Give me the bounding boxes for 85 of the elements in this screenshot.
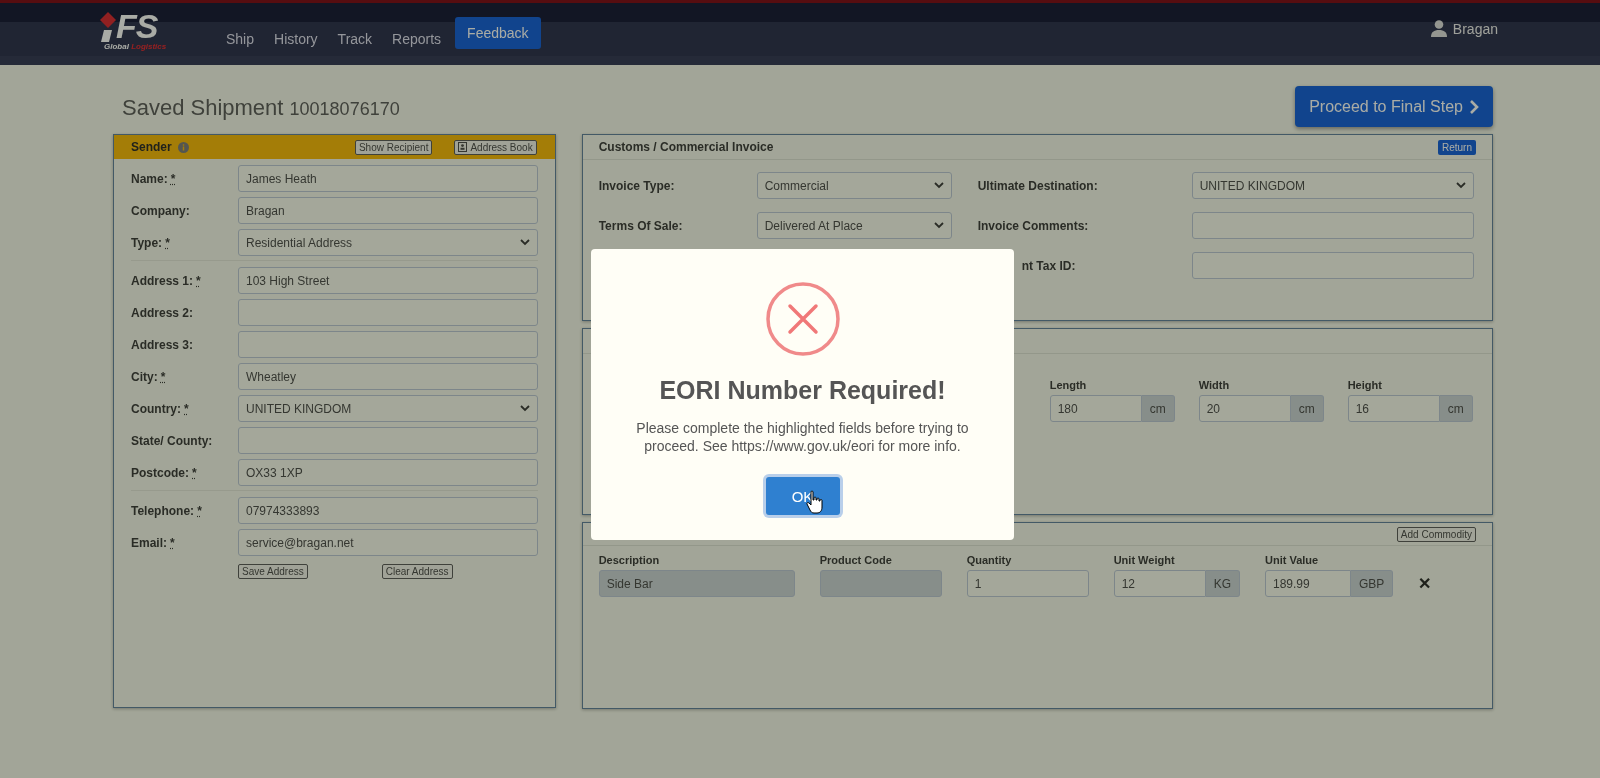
select-field[interactable]: Commercial bbox=[756, 172, 952, 199]
show-recipient-button[interactable]: Show Recipient bbox=[354, 139, 433, 155]
field-label: Invoice Comments: bbox=[977, 218, 1090, 233]
input-field[interactable]: 12 bbox=[1113, 570, 1206, 597]
field-label: Invoice Type: bbox=[598, 178, 676, 193]
add-commodity-button[interactable]: Add Commodity bbox=[1396, 526, 1476, 542]
nav-link[interactable]: Track bbox=[327, 31, 383, 47]
input-field[interactable]: service@bragan.net bbox=[238, 529, 538, 556]
page-title: Saved Shipment 10018076170 bbox=[122, 95, 400, 122]
input-field[interactable] bbox=[238, 427, 538, 454]
user-icon bbox=[1430, 20, 1447, 37]
clear-address-button[interactable]: Clear Address bbox=[381, 564, 453, 579]
field-label: City: * bbox=[131, 369, 167, 384]
input-field[interactable]: 1 bbox=[966, 570, 1089, 597]
field-label: Type: * bbox=[131, 235, 171, 250]
caret-icon bbox=[933, 182, 944, 189]
return-button[interactable]: Return bbox=[1438, 139, 1476, 155]
field-label: Description bbox=[598, 554, 661, 566]
field-label: Address 1: * bbox=[131, 273, 202, 288]
input-field[interactable]: 07974333893 bbox=[238, 497, 538, 524]
nav-link[interactable]: History bbox=[264, 31, 328, 47]
nav-link[interactable]: Ship bbox=[216, 31, 265, 47]
field-label: Email: * bbox=[131, 535, 176, 550]
input-field[interactable]: 189.99 bbox=[1265, 570, 1351, 597]
caret-icon bbox=[519, 239, 530, 246]
field-label: Unit Weight bbox=[1113, 554, 1176, 566]
user-name[interactable]: Bragan bbox=[1452, 20, 1498, 37]
error-icon bbox=[765, 282, 840, 356]
logo[interactable]: FS bbox=[100, 9, 158, 42]
input-field[interactable]: OX33 1XP bbox=[238, 459, 538, 486]
unit-addon: cm bbox=[1290, 395, 1324, 422]
field-label: Height bbox=[1347, 379, 1383, 391]
select-field[interactable]: Delivered At Place bbox=[756, 212, 952, 239]
logo-tagline: Global Logistics bbox=[104, 41, 167, 51]
panel-title: Sender bbox=[131, 140, 172, 154]
chevron-right-icon bbox=[1469, 99, 1479, 114]
proceed-button[interactable]: Proceed to Final Step bbox=[1295, 86, 1493, 127]
dialog-title: EORI Number Required! bbox=[659, 376, 946, 405]
field-label: Length bbox=[1049, 379, 1088, 391]
caret-icon bbox=[1455, 182, 1466, 189]
field-label: Address 3: bbox=[131, 337, 195, 352]
input-field[interactable]: 180 bbox=[1049, 395, 1142, 422]
panel-title: Customs / Commercial Invoice bbox=[598, 140, 774, 154]
field-label: Width bbox=[1198, 379, 1231, 391]
field-label: Address 2: bbox=[131, 305, 195, 320]
nav-link[interactable]: Reports bbox=[382, 31, 452, 47]
input-field[interactable]: Bragan bbox=[238, 197, 538, 224]
input-field[interactable]: 103 High Street bbox=[238, 267, 538, 294]
field-label: Product Code bbox=[819, 554, 893, 566]
field-label: nt Tax ID: bbox=[1020, 258, 1077, 273]
input-field[interactable]: 20 bbox=[1198, 395, 1291, 422]
input-field[interactable] bbox=[238, 331, 538, 358]
caret-icon bbox=[519, 405, 530, 412]
input-field[interactable] bbox=[238, 299, 538, 326]
input-field[interactable]: 16 bbox=[1347, 395, 1440, 422]
save-address-button[interactable]: Save Address bbox=[238, 564, 308, 579]
input-field[interactable] bbox=[1191, 252, 1474, 279]
field-label: Terms Of Sale: bbox=[598, 218, 684, 233]
field-label: Ultimate Destination: bbox=[977, 178, 1099, 193]
input-field[interactable] bbox=[1191, 212, 1474, 239]
field-label: Country: * bbox=[131, 401, 190, 416]
field-label: Postcode: * bbox=[131, 465, 198, 480]
field-label: Quantity bbox=[966, 554, 1013, 566]
unit-addon: KG bbox=[1205, 570, 1240, 597]
address-book-button[interactable]: Address Book bbox=[454, 139, 537, 155]
select-field[interactable]: UNITED KINGDOM bbox=[238, 395, 538, 422]
dialog-message: Please complete the highlighted fields before trying to proceed. See https://www.gov.uk/eori for more info. bbox=[635, 419, 970, 455]
feedback-button[interactable]: Feedback bbox=[455, 17, 541, 49]
input-field[interactable]: Wheatley bbox=[238, 363, 538, 390]
input-field[interactable]: James Heath bbox=[238, 165, 538, 192]
field-label: State/ County: bbox=[131, 433, 214, 448]
unit-addon: GBP bbox=[1351, 570, 1394, 597]
select-field[interactable]: Residential Address bbox=[238, 229, 538, 256]
field-label: Name: * bbox=[131, 171, 177, 186]
logo-diamond-icon bbox=[100, 11, 116, 42]
unit-addon: cm bbox=[1439, 395, 1473, 422]
unit-addon: cm bbox=[1141, 395, 1175, 422]
select-field[interactable]: UNITED KINGDOM bbox=[1191, 172, 1474, 199]
field-label: Unit Value bbox=[1265, 554, 1320, 566]
address-book-icon bbox=[458, 142, 468, 152]
field-label: Company: bbox=[131, 203, 191, 218]
field-label: Telephone: * bbox=[131, 503, 203, 518]
remove-button[interactable]: ✕ bbox=[1418, 574, 1432, 593]
info-icon[interactable] bbox=[177, 141, 189, 153]
caret-icon bbox=[933, 222, 944, 229]
